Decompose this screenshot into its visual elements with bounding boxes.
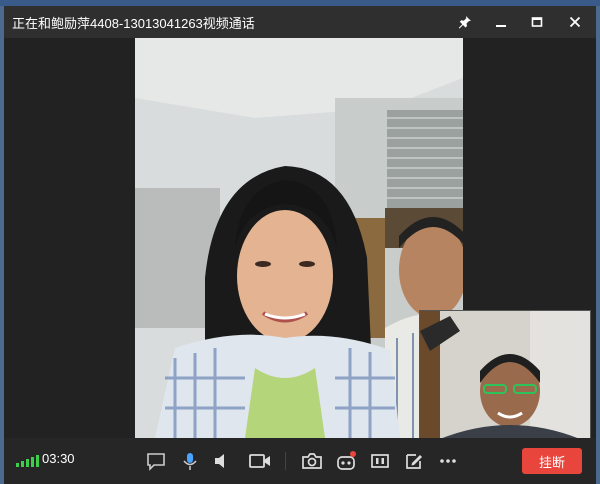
camera-toggle-button[interactable] [245, 446, 275, 476]
snapshot-button[interactable] [297, 446, 327, 476]
pin-button[interactable] [447, 6, 483, 38]
whiteboard-button[interactable] [399, 446, 429, 476]
microphone-icon [183, 453, 197, 470]
snapshot-icon [302, 453, 322, 469]
whiteboard-icon [406, 454, 422, 469]
close-icon [569, 16, 581, 28]
local-video-preview[interactable] [419, 310, 591, 440]
robot-icon [337, 451, 356, 470]
maximize-button[interactable] [519, 6, 555, 38]
window-title: 正在和鲍励萍4408-13013041263视频通话 [12, 16, 255, 31]
local-video-frame [420, 311, 590, 439]
hangup-button[interactable]: 挂断 [522, 448, 582, 474]
camera-toggle-icon [249, 454, 270, 468]
title-bar[interactable]: 正在和鲍励萍4408-13013041263视频通话 [4, 6, 596, 38]
layout-button[interactable] [365, 446, 395, 476]
minimize-icon [496, 25, 506, 27]
robot-button[interactable] [331, 446, 361, 476]
remote-video[interactable] [135, 38, 463, 438]
more-button[interactable] [433, 446, 463, 476]
desktop-edge-right [596, 6, 600, 484]
maximize-icon [531, 17, 543, 27]
chat-icon [147, 453, 165, 471]
video-area [4, 38, 596, 440]
call-duration: 03:30 [42, 451, 75, 466]
layout-icon [371, 454, 389, 468]
video-call-window: 正在和鲍励萍4408-13013041263视频通话 03:30 挂断 [4, 6, 596, 484]
speaker-icon [215, 454, 224, 468]
speaker-button[interactable] [207, 446, 237, 476]
more-icon [440, 459, 456, 463]
pin-icon [458, 16, 471, 29]
control-separator [285, 452, 286, 470]
microphone-button[interactable] [175, 446, 205, 476]
close-button[interactable] [557, 6, 593, 38]
remote-video-frame [135, 38, 463, 438]
signal-icon [16, 453, 39, 467]
call-control-bar: 03:30 挂断 [4, 438, 596, 484]
minimize-button[interactable] [483, 6, 519, 38]
chat-button[interactable] [141, 446, 171, 476]
